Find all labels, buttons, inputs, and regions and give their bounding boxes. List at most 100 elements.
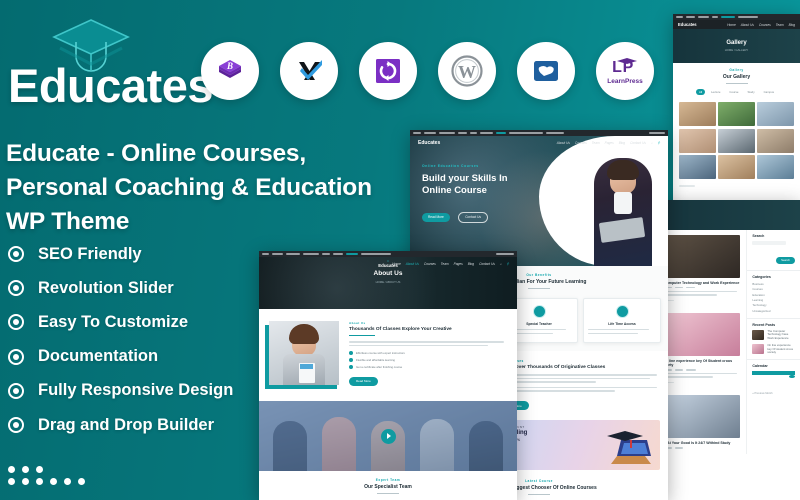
woocommerce-badge[interactable] [517, 42, 575, 100]
learnpress-icon: L P LearnPress [607, 58, 643, 85]
gallery-filter-bar[interactable]: All Lecture Course Study Campus [673, 87, 800, 98]
bullet-icon [8, 280, 24, 297]
post-title[interactable]: ual At Your Good Is It 24/7 Withind Stud… [661, 441, 740, 445]
revolution-slider-badge[interactable] [359, 42, 417, 100]
decorative-dot-grid [8, 466, 92, 490]
post-thumbnail[interactable] [661, 395, 741, 439]
list-item[interactable]: i On line experience key Of Student croo… [655, 308, 746, 390]
gallery-tile[interactable] [718, 155, 755, 179]
site-logo: Educates [418, 140, 441, 146]
filter-study[interactable]: Study [744, 89, 757, 95]
post-meta [661, 287, 740, 289]
recent-post-title[interactable]: On line experience key Of student croos … [767, 343, 795, 354]
widget-title: Categories [752, 275, 771, 279]
feature-label: Fully Responsive Design [38, 381, 234, 400]
gallery-tile[interactable] [757, 102, 794, 126]
hero-primary-button[interactable]: Read More [422, 212, 450, 222]
hero-secondary-button[interactable]: Contact Us [458, 211, 489, 223]
blog-page-mockup[interactable]: s Computer Technology and Work Experienc… [655, 200, 800, 500]
list-item: SEO Friendly [8, 237, 278, 271]
search-widget[interactable]: Search Search [747, 230, 800, 271]
widget-title: Recent Posts [752, 322, 776, 327]
wordpress-badge[interactable]: W [438, 42, 496, 100]
section-kicker: Gallery [729, 68, 744, 72]
gallery-tile[interactable] [679, 155, 716, 179]
site-header: Educates About Us Courses Team Pages Blo… [410, 136, 668, 150]
clock-icon [615, 305, 629, 318]
feature-list: SEO Friendly Revolution Slider Easy To C… [8, 237, 278, 442]
bullet-icon [8, 246, 24, 263]
banner-title: Gallery [726, 40, 747, 46]
gallery-tile[interactable] [679, 128, 716, 153]
elementor-badge[interactable] [280, 42, 338, 100]
teacher-icon [532, 305, 546, 318]
post-title[interactable]: s Computer Technology and Work Experienc… [661, 281, 740, 285]
category-item[interactable]: Uncategorized [752, 309, 795, 314]
list-item: Drag and Drop Builder [8, 408, 278, 442]
feature-label: Drag and Drop Builder [38, 415, 215, 434]
section-title: Our Gallery [722, 74, 751, 80]
post-title[interactable]: i On line experience key Of Student croo… [661, 359, 740, 367]
laptop-graduation-icon [607, 430, 651, 464]
list-item[interactable]: s Computer Technology and Work Experienc… [655, 230, 746, 308]
divider [528, 288, 550, 289]
site-nav[interactable]: About Us Courses Team Pages Blog Contact… [557, 141, 660, 145]
gallery-tile[interactable] [718, 128, 755, 153]
svg-text:B: B [226, 61, 233, 71]
gallery-grid[interactable] [673, 98, 800, 183]
bullet-icon [8, 382, 24, 399]
filter-campus[interactable]: Campus [761, 89, 777, 95]
list-item[interactable]: ual At Your Good Is It 24/7 Withind Stud… [655, 390, 746, 453]
woocommerce-icon [534, 61, 558, 81]
benefit-title: Life Time Access [608, 322, 636, 326]
bootstrap-badge[interactable]: B [201, 42, 259, 100]
blog-sidebar: Search Search Categories Business Course… [746, 230, 800, 454]
gallery-tile[interactable] [757, 128, 794, 153]
gallery-tile[interactable] [757, 155, 794, 179]
gallery-tile[interactable] [718, 102, 755, 126]
divider [725, 83, 748, 84]
site-nav[interactable]: Home About Us Courses Team Blog [727, 23, 795, 27]
search-icon[interactable]: ⌕ [651, 141, 653, 145]
benefit-card[interactable]: Life Time Access [583, 298, 661, 344]
page-headline: Educate - Online Courses, Personal Coach… [6, 140, 372, 235]
blog-post-column: s Computer Technology and Work Experienc… [655, 230, 746, 454]
feature-label: Revolution Slider [38, 278, 174, 297]
course-kicker: Our Courses [500, 359, 660, 363]
site-header: Educates Home About Us Courses Team Blog [673, 20, 800, 29]
revolution-slider-icon [376, 59, 400, 83]
breadcrumb: HOME / GALLERY [724, 48, 749, 52]
wordpress-icon: W [451, 55, 483, 87]
blog-banner [655, 200, 800, 230]
post-thumbnail [752, 329, 765, 340]
recent-posts-widget[interactable]: Recent Posts The Computer Technology hav… [747, 319, 800, 360]
dot-row [8, 466, 92, 473]
post-meta [661, 369, 740, 371]
search-button[interactable]: Search [776, 256, 795, 264]
calendar-widget[interactable]: Calendar « Previous Month [747, 360, 800, 399]
filter-all[interactable]: All [695, 89, 706, 95]
cart-icon[interactable]: ⚲ [658, 141, 660, 145]
cart-icon[interactable]: ⚲ [507, 262, 509, 266]
categories-widget[interactable]: Categories Business Courses Education Le… [747, 271, 800, 319]
filter-course[interactable]: Course [726, 89, 741, 95]
feature-label: SEO Friendly [38, 244, 142, 263]
post-thumbnail[interactable] [661, 313, 741, 357]
gallery-tile[interactable] [679, 102, 716, 126]
list-item: Fully Responsive Design [8, 374, 278, 408]
divider [528, 493, 550, 495]
bootstrap-icon: B [219, 60, 241, 78]
feature-label: Easy To Customize [38, 312, 189, 331]
search-icon[interactable]: ⌕ [500, 262, 502, 266]
list-item[interactable]: On line experience key Of student croos … [752, 343, 795, 355]
learnpress-badge[interactable]: L P LearnPress [596, 42, 654, 100]
list-item[interactable]: The Computer Technology have Work Experi… [752, 329, 795, 340]
bullet-icon [8, 348, 24, 365]
bullet-icon [8, 314, 24, 331]
recent-post-title[interactable]: The Computer Technology have Work Experi… [767, 329, 795, 340]
post-thumbnail [752, 344, 765, 355]
calendar-prev-link[interactable]: « Previous Month [752, 392, 795, 395]
post-thumbnail[interactable] [661, 235, 741, 278]
filter-lecture[interactable]: Lecture [708, 89, 723, 95]
search-input[interactable] [752, 241, 787, 245]
